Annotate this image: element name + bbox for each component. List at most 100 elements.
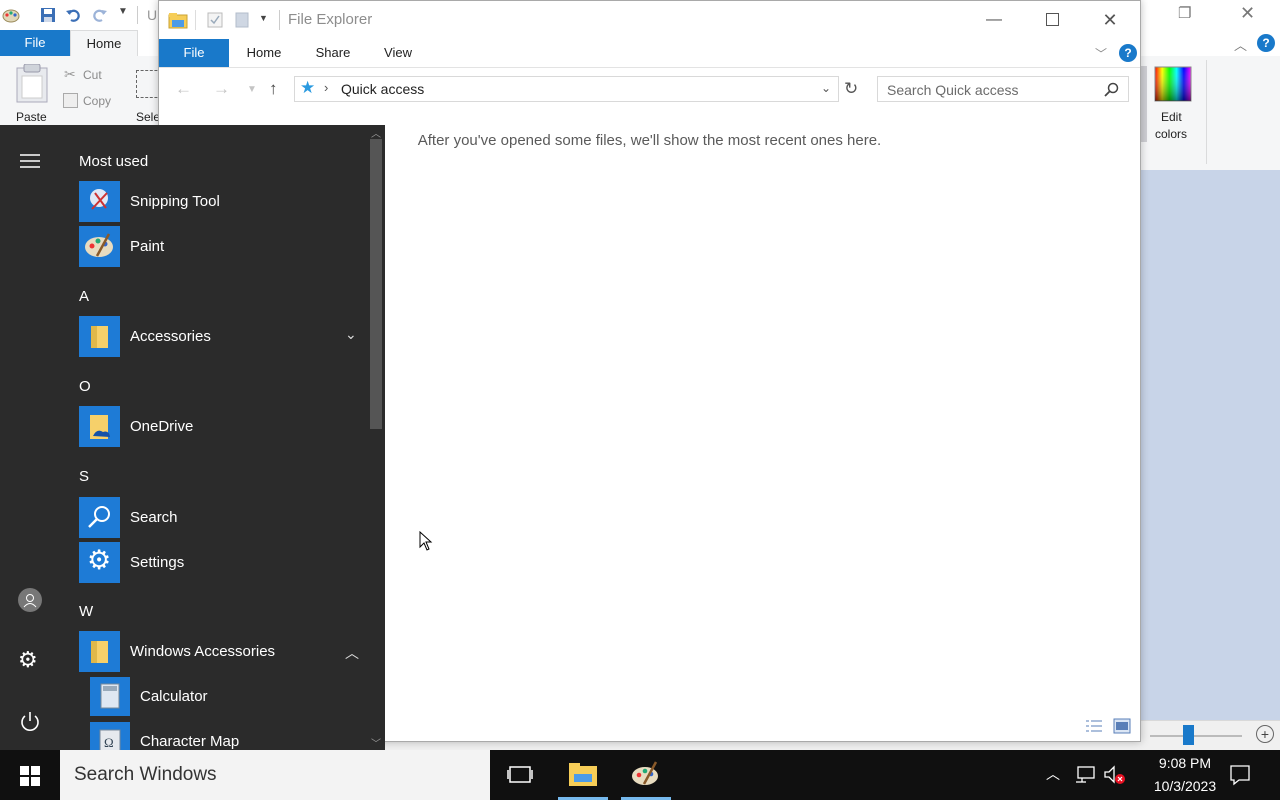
- window-title: File Explorer: [288, 11, 373, 28]
- section-letter-s[interactable]: S: [79, 468, 89, 485]
- clock-date[interactable]: 10/3/2023: [1140, 778, 1230, 794]
- address-dropdown-icon[interactable]: ⌄: [821, 81, 831, 95]
- paint-tab-file[interactable]: File: [0, 30, 70, 56]
- quick-access-dropdown-icon[interactable]: ▼: [118, 6, 128, 17]
- app-character-map[interactable]: Ω Character Map: [90, 722, 368, 750]
- expand-ribbon-icon[interactable]: ﹀: [1095, 45, 1107, 62]
- app-windows-accessories[interactable]: Windows Accessories ︿: [79, 631, 368, 673]
- back-icon[interactable]: ←: [175, 79, 192, 99]
- app-label: Accessories: [130, 328, 211, 345]
- separator: [195, 10, 196, 30]
- tab-view[interactable]: View: [373, 39, 423, 67]
- restore-icon[interactable]: ❐: [1178, 4, 1191, 22]
- edit-colors-label-2[interactable]: colors: [1155, 127, 1187, 141]
- large-icons-view-icon[interactable]: [1113, 718, 1131, 734]
- new-folder-icon[interactable]: [235, 12, 249, 28]
- mouse-cursor-icon: [419, 531, 433, 551]
- search-box[interactable]: Search Quick access: [877, 76, 1129, 102]
- folder-icon: [79, 631, 120, 672]
- volume-muted-icon[interactable]: [1103, 765, 1127, 787]
- action-center-icon[interactable]: [1229, 764, 1251, 786]
- start-scrollbar-thumb[interactable]: [370, 139, 382, 429]
- app-label: Paint: [130, 238, 165, 255]
- tab-file[interactable]: File: [159, 39, 229, 67]
- zoom-in-icon[interactable]: +: [1256, 725, 1274, 743]
- app-label: Settings: [130, 554, 185, 571]
- clock-time[interactable]: 9:08 PM: [1140, 755, 1230, 771]
- close-icon: ✕: [1102, 10, 1118, 30]
- app-label: Calculator: [140, 688, 208, 705]
- show-hidden-icons-icon[interactable]: ︿: [1046, 764, 1060, 784]
- zoom-slider[interactable]: [1183, 725, 1194, 745]
- recent-locations-icon[interactable]: ▼: [247, 84, 257, 95]
- copy-label[interactable]: Copy: [83, 94, 111, 108]
- app-settings[interactable]: ⚙ Settings: [79, 542, 368, 584]
- collapse-ribbon-icon[interactable]: ︿: [1234, 35, 1247, 54]
- address-bar[interactable]: ★ › Quick access ⌄: [294, 76, 839, 102]
- power-icon[interactable]: [19, 710, 41, 732]
- chevron-up-icon[interactable]: ︿: [345, 643, 359, 663]
- app-search[interactable]: Search: [79, 497, 368, 539]
- app-snipping-tool[interactable]: Snipping Tool: [79, 181, 368, 223]
- task-view-button[interactable]: [495, 750, 545, 800]
- network-icon[interactable]: [1074, 766, 1096, 784]
- paint-canvas-area[interactable]: [1140, 170, 1280, 720]
- undo-icon[interactable]: [65, 7, 81, 23]
- windows-start-icon[interactable]: [20, 766, 40, 786]
- select-label[interactable]: Sele: [136, 110, 160, 124]
- paste-icon[interactable]: [14, 64, 50, 104]
- breadcrumb-chevron-icon[interactable]: ›: [324, 80, 328, 95]
- app-label: OneDrive: [130, 418, 194, 435]
- start-left-rail: ⚙: [0, 125, 60, 750]
- close-icon[interactable]: ✕: [1240, 3, 1255, 24]
- separator: [279, 10, 280, 30]
- forward-icon[interactable]: →: [213, 79, 230, 99]
- section-letter-w[interactable]: W: [79, 603, 93, 620]
- maximize-button[interactable]: [1029, 1, 1075, 39]
- app-label: Search: [130, 509, 178, 526]
- scroll-up-icon[interactable]: ︿: [371, 125, 381, 140]
- breadcrumb-quick-access[interactable]: Quick access: [341, 81, 424, 97]
- help-icon[interactable]: ?: [1257, 34, 1275, 52]
- app-calculator[interactable]: Calculator: [90, 677, 368, 719]
- search-icon[interactable]: [1104, 82, 1119, 97]
- paint-icon: [79, 226, 120, 267]
- save-icon[interactable]: [40, 7, 56, 23]
- cut-label[interactable]: Cut: [83, 68, 102, 82]
- tab-share[interactable]: Share: [305, 39, 361, 67]
- edit-colors-icon[interactable]: [1154, 66, 1192, 102]
- redo-icon[interactable]: [92, 7, 108, 23]
- app-label: Character Map: [140, 733, 240, 750]
- edit-colors-label-1[interactable]: Edit: [1161, 110, 1182, 124]
- refresh-icon[interactable]: ↻: [844, 79, 858, 99]
- close-button[interactable]: ✕: [1087, 1, 1133, 39]
- app-accessories[interactable]: Accessories ⌄: [79, 316, 368, 358]
- section-letter-a[interactable]: A: [79, 288, 89, 305]
- scroll-down-icon[interactable]: ﹀: [371, 735, 381, 750]
- section-letter-o[interactable]: O: [79, 378, 91, 395]
- file-explorer-icon: [569, 763, 597, 786]
- hamburger-menu-icon[interactable]: [20, 154, 40, 168]
- customize-qat-icon[interactable]: ▼: [259, 13, 268, 23]
- app-paint[interactable]: Paint: [79, 226, 368, 268]
- user-avatar[interactable]: [18, 588, 42, 612]
- up-icon[interactable]: ↑: [269, 79, 278, 99]
- paste-label[interactable]: Paste: [16, 110, 47, 124]
- help-icon[interactable]: ?: [1119, 44, 1137, 62]
- app-onedrive[interactable]: OneDrive: [79, 406, 368, 448]
- chevron-down-icon[interactable]: ⌄: [345, 326, 357, 343]
- properties-icon[interactable]: [207, 12, 223, 28]
- settings-gear-icon[interactable]: ⚙: [18, 647, 38, 673]
- paint-tab-home[interactable]: Home: [70, 30, 138, 56]
- taskbar-file-explorer[interactable]: [558, 750, 608, 800]
- search-input[interactable]: Search Quick access: [887, 82, 1019, 98]
- details-view-icon[interactable]: [1085, 719, 1103, 733]
- paint-icon: [632, 761, 658, 785]
- taskbar-search-box[interactable]: Search Windows: [60, 750, 490, 800]
- tab-home[interactable]: Home: [235, 39, 293, 67]
- taskbar-search-input[interactable]: Search Windows: [74, 764, 217, 786]
- character-map-icon: Ω: [90, 722, 130, 750]
- taskbar-paint[interactable]: [621, 750, 671, 800]
- task-view-icon: [507, 766, 533, 783]
- minimize-button[interactable]: —: [971, 1, 1017, 39]
